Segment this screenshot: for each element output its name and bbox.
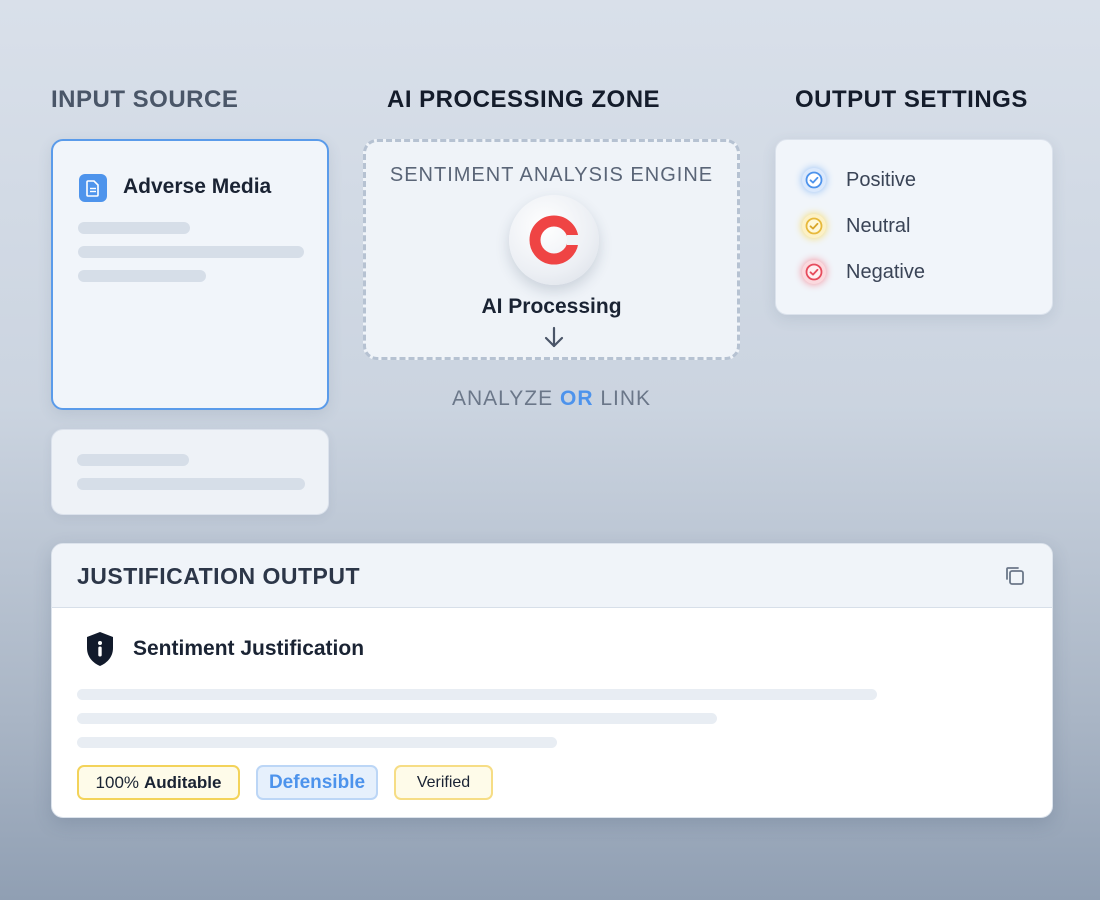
justification-subtitle: Sentiment Justification [133,637,365,660]
engine-ring-icon [529,215,579,265]
auditable-percent: 100% [95,772,140,792]
processing-label: AI Processing [481,295,622,318]
output-settings-title: OUTPUT SETTINGS [795,86,1028,113]
output-settings-card: Positive Neutral Negative [775,139,1053,315]
verified-badge: Verified [394,765,493,800]
option-positive[interactable]: Positive [802,168,916,192]
document-icon [79,174,107,202]
input-source-label: Adverse Media [123,175,272,198]
option-label: Positive [846,168,917,191]
placeholder-line [77,713,717,724]
placeholder-line [78,222,190,234]
justification-title: JUSTIFICATION OUTPUT [77,563,361,589]
input-source-card[interactable] [51,429,329,515]
placeholder-line [78,246,304,258]
link-label[interactable]: LINK [600,387,651,410]
option-neutral[interactable]: Neutral [802,214,910,238]
analyze-or-link: ANALYZE OR LINK [363,387,740,411]
placeholder-line [77,478,305,490]
engine-logo [509,195,599,285]
engine-label: SENTIMENT ANALYSIS ENGINE [389,164,714,186]
justification-header: JUSTIFICATION OUTPUT [52,544,1052,608]
check-circle-icon [802,168,826,192]
defensible-badge: Defensible [256,765,378,800]
copy-icon[interactable] [1003,564,1027,588]
analyze-label[interactable]: ANALYZE [452,387,553,410]
check-circle-icon [802,260,826,284]
ai-drop-zone[interactable]: SENTIMENT ANALYSIS ENGINE AI Processing [363,139,740,360]
arrow-down-icon [544,326,564,348]
ai-processing-zone-title: AI PROCESSING ZONE [387,86,661,113]
shield-info-icon [87,632,113,666]
or-label: OR [559,387,594,410]
placeholder-line [78,270,206,282]
placeholder-line [77,689,877,700]
justification-output-panel: JUSTIFICATION OUTPUT Sentiment Justifica… [51,543,1053,818]
auditable-badge: 100% Auditable [77,765,240,800]
input-source-card-selected[interactable]: Adverse Media [51,139,329,410]
canvas: INPUT SOURCE AI PROCESSING ZONE OUTPUT S… [0,0,1100,900]
input-source-title: INPUT SOURCE [51,86,239,113]
option-label: Neutral [846,214,911,237]
placeholder-line [77,454,189,466]
placeholder-line [77,737,557,748]
check-circle-icon [802,214,826,238]
option-negative[interactable]: Negative [802,260,925,284]
auditable-word: Auditable [144,772,222,792]
option-label: Negative [846,260,925,283]
